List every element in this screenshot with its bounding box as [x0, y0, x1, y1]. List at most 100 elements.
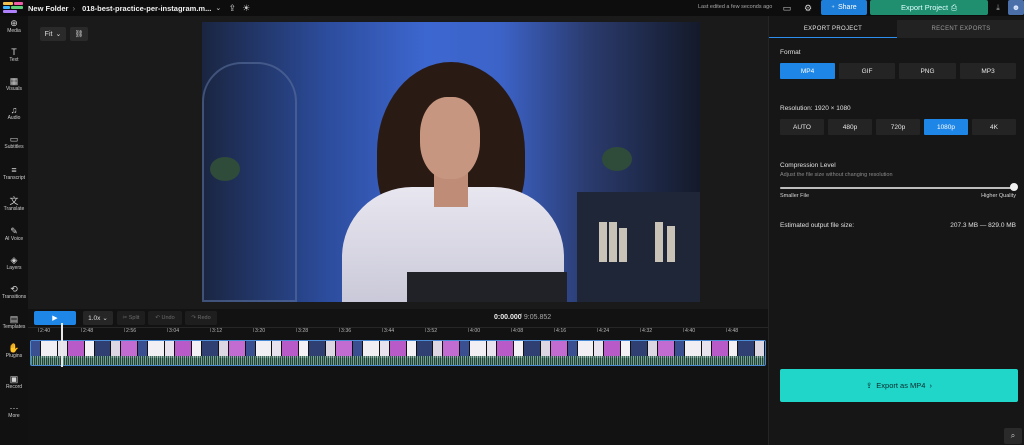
higher-quality-label: Higher Quality — [981, 193, 1016, 199]
last-edited-status: Last edited a few seconds ago — [698, 4, 773, 10]
sidebar-item-ai-voice[interactable]: ✎ AI Voice — [0, 226, 28, 242]
lightbulb-icon[interactable]: ☀ — [239, 1, 253, 15]
format-png-button[interactable]: PNG — [899, 63, 956, 79]
sidebar-item-subtitles[interactable]: ▭ Subtitles — [0, 134, 28, 150]
sidebar-item-more[interactable]: ⋯ More — [0, 403, 28, 419]
sidebar-item-translate[interactable]: 文 Translate — [0, 196, 28, 212]
more-icon: ⋯ — [9, 403, 19, 413]
timeline-tick: 3:12 — [209, 328, 223, 334]
compression-label: Compression Level — [780, 162, 836, 169]
templates-icon: ▤ — [9, 314, 19, 324]
timeline: ▶ 1.0x ⌄ ✂ Split ↶ Undo ↷ Redo 0:00.000 … — [28, 309, 768, 445]
translate-icon: 文 — [9, 196, 19, 206]
timeline-tick: 4:00 — [467, 328, 481, 334]
export-panel: EXPORT PROJECT RECENT EXPORTS Format MP4… — [768, 16, 1024, 445]
resolution-480p-button[interactable]: 480p — [828, 119, 872, 135]
smaller-file-label: Smaller File — [780, 193, 810, 199]
timeline-tick: 3:36 — [338, 328, 352, 334]
layers-icon: ◈ — [10, 255, 18, 265]
compression-hint: Adjust the file size without changing re… — [780, 172, 893, 178]
laptop — [407, 272, 567, 302]
timeline-tick: 2:56 — [123, 328, 137, 334]
sidebar-item-audio[interactable]: ♫ Audio — [0, 105, 28, 121]
timeline-tick: 4:16 — [553, 328, 567, 334]
lock-icon: ⛓ — [74, 31, 84, 38]
sidebar-item-record[interactable]: ▣ Record — [0, 374, 28, 390]
export-project-label: Export Project — [900, 3, 949, 12]
comment-icon[interactable]: ▭ — [780, 1, 794, 15]
user-avatar-icon[interactable]: ☻ — [1008, 0, 1024, 15]
ai-voice-icon: ✎ — [10, 226, 18, 236]
breadcrumb-folder[interactable]: New Folder — [28, 4, 68, 13]
gear-icon[interactable]: ⚙ — [801, 1, 815, 15]
split-button[interactable]: ✂ Split — [117, 311, 145, 325]
sidebar-item-label: AI Voice — [4, 236, 24, 242]
resolution-4k-button[interactable]: 4K — [972, 119, 1016, 135]
sidebar-item-media[interactable]: ⊕ Media — [0, 18, 28, 34]
visuals-icon: ▦ — [9, 76, 19, 86]
sidebar-item-label: Subtitles — [4, 144, 24, 150]
video-preview[interactable] — [202, 22, 700, 302]
timeline-tick: 3:20 — [252, 328, 266, 334]
compression-slider-fill — [780, 187, 1014, 189]
top-bar: New Folder › 018-best-practice-per-insta… — [0, 0, 1024, 16]
chevron-down-icon[interactable]: ⌄ — [211, 1, 225, 15]
resolution-1080p-button[interactable]: 1080p — [924, 119, 968, 135]
playhead[interactable] — [61, 323, 63, 367]
export-project-button[interactable]: Export Project ⎙ — [870, 0, 988, 15]
upload-icon[interactable]: ⇪ — [225, 1, 239, 15]
sidebar-item-label: Layers — [6, 265, 22, 271]
format-mp3-button[interactable]: MP3 — [960, 63, 1016, 79]
share-button[interactable]: ⁺ Share — [821, 0, 867, 15]
resolution-720p-button[interactable]: 720p — [876, 119, 920, 135]
resolution-value: 1920 × 1080 — [814, 105, 851, 112]
sidebar-item-transcript[interactable]: ≡ Transcript — [0, 165, 28, 181]
timeline-tick: 3:04 — [166, 328, 180, 334]
audio-waveform — [31, 356, 765, 365]
sidebar-item-label: Plugins — [5, 353, 23, 359]
redo-button[interactable]: ↷ Redo — [185, 311, 217, 325]
compression-slider[interactable] — [780, 187, 1016, 189]
current-time: 0:00.000 — [494, 314, 522, 321]
timeline-ruler[interactable]: 2:40 2:48 2:56 3:04 3:12 3:20 3:28 3:36 3:44 3:52… — [28, 327, 768, 337]
timeline-tick: 4:24 — [596, 328, 610, 334]
subtitles-icon: ▭ — [9, 134, 19, 144]
background-plant — [602, 147, 632, 171]
export-as-mp4-button[interactable]: ⇪ Export as MP4 › — [780, 369, 1018, 402]
sidebar-item-templates[interactable]: ▤ Templates — [0, 314, 28, 330]
sidebar-item-layers[interactable]: ◈ Layers — [0, 255, 28, 271]
sidebar-item-label: Translate — [3, 206, 25, 212]
format-gif-button[interactable]: GIF — [839, 63, 895, 79]
app-logo[interactable] — [3, 1, 25, 15]
aspect-lock-button[interactable]: ⛓ — [70, 27, 88, 41]
media-icon: ⊕ — [10, 18, 18, 28]
sidebar-item-text[interactable]: T Text — [0, 47, 28, 63]
timeline-controls: ▶ 1.0x ⌄ ✂ Split ↶ Undo ↷ Redo 0:00.000 … — [28, 309, 768, 327]
compression-slider-knob[interactable] — [1009, 183, 1018, 191]
video-track[interactable] — [30, 340, 766, 366]
download-icon[interactable]: ⤓ — [991, 0, 1005, 15]
format-mp4-button[interactable]: MP4 — [780, 63, 835, 79]
sidebar-item-label: Visuals — [5, 86, 23, 92]
tab-recent-exports[interactable]: RECENT EXPORTS — [897, 20, 1024, 38]
play-button[interactable]: ▶ — [34, 311, 76, 325]
export-tabs: EXPORT PROJECT RECENT EXPORTS — [769, 20, 1024, 38]
total-time: / 9:05.852 — [520, 314, 552, 321]
share-export-icon: ⇪ — [866, 381, 873, 390]
estimated-size-label: Estimated output file size: — [780, 222, 855, 229]
speed-dropdown[interactable]: 1.0x ⌄ — [83, 311, 113, 325]
fit-dropdown[interactable]: Fit ⌄ — [40, 27, 66, 41]
sidebar-item-visuals[interactable]: ▦ Visuals — [0, 76, 28, 92]
export-as-mp4-label: Export as MP4 — [876, 381, 926, 390]
chevron-down-icon: ⌄ — [102, 315, 108, 322]
audio-icon: ♫ — [10, 105, 18, 115]
resolution-auto-button[interactable]: AUTO — [780, 119, 824, 135]
add-user-icon: ⁺ — [831, 4, 835, 12]
sidebar-item-transitions[interactable]: ⟲ Transitions — [0, 284, 28, 300]
sidebar-item-label: Transcript — [2, 175, 26, 181]
search-icon[interactable]: ⌕ — [1004, 428, 1022, 444]
undo-button[interactable]: ↶ Undo — [148, 311, 182, 325]
sidebar-item-plugins[interactable]: ✋ Plugins — [0, 343, 28, 359]
tab-export-project[interactable]: EXPORT PROJECT — [769, 20, 897, 38]
breadcrumb-file[interactable]: 018-best-practice-per-instagram.m... — [82, 4, 211, 13]
